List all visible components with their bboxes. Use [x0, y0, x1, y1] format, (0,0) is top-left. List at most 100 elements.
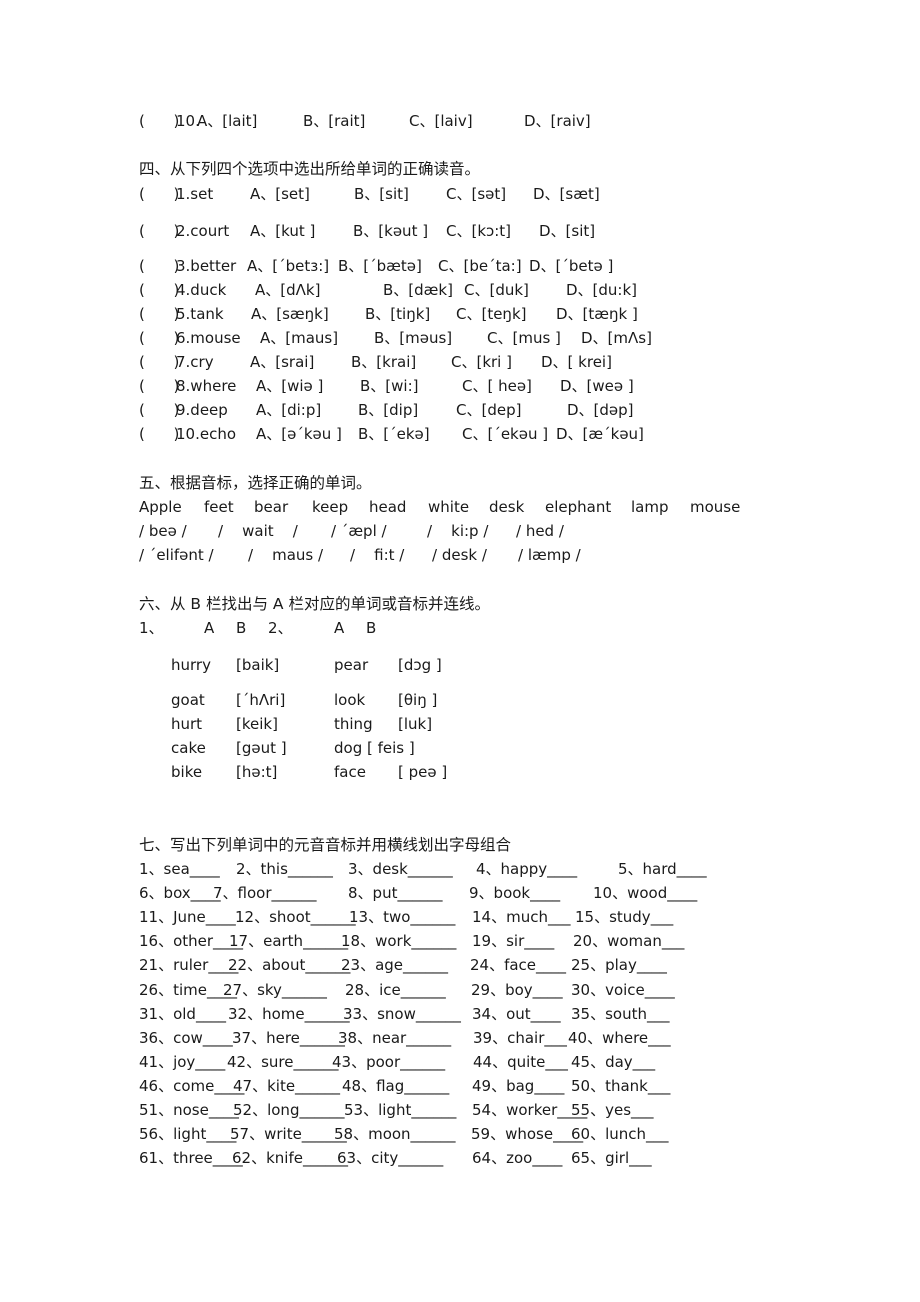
option-c: C、[beˊta:]	[438, 257, 522, 275]
exercise-item: 54、worker____	[472, 1101, 588, 1119]
option-b: B、[dæk]	[383, 281, 453, 299]
exercise-item: 50、thank___	[571, 1077, 671, 1095]
option-b: B、[wi:]	[360, 377, 419, 395]
option-b: B、[tiŋk]	[365, 305, 431, 323]
option-a: A、[dΛk]	[255, 281, 321, 299]
exercise-item: 25、play____	[571, 956, 667, 974]
exercise-item: 18、work______	[341, 932, 457, 950]
exercise-item: 14、much___	[472, 908, 571, 926]
option-c: C、[kri ]	[451, 353, 512, 371]
phonetic: / maus /	[248, 546, 324, 564]
group1-col-b-header: B	[236, 619, 247, 637]
exercise-item: 63、city______	[337, 1149, 444, 1167]
option-c: C、[sət]	[446, 185, 507, 203]
option-a: A、[ˊbetɜ:]	[247, 257, 330, 275]
group2-word: dog [ feis ]	[334, 739, 415, 757]
answer-paren: ( )	[139, 281, 180, 299]
phonetic: / læmp /	[518, 546, 581, 564]
answer-paren: ( )	[139, 329, 180, 347]
answer-paren: ( )	[139, 353, 180, 371]
exercise-item: 11、June____	[139, 908, 236, 926]
phonetic: / fi:t /	[350, 546, 405, 564]
option-c: C、[ˊekəu ]	[462, 425, 549, 443]
group1-phonetic: [ˊhΛri]	[236, 691, 286, 709]
phonetic: / hed /	[516, 522, 564, 540]
exercise-item: 16、other____	[139, 932, 244, 950]
exercise-item: 55、yes___	[571, 1101, 654, 1119]
group1-phonetic: [keik]	[236, 715, 278, 733]
exercise-item: 53、light______	[344, 1101, 457, 1119]
group2-phonetic: [dɔg ]	[398, 656, 442, 674]
group2-col-b-header: B	[366, 619, 377, 637]
exercise-item: 13、two______	[349, 908, 456, 926]
option-a: A、[set]	[250, 185, 310, 203]
option-d: D、[mΛs]	[581, 329, 652, 347]
answer-paren: ( )	[139, 257, 180, 275]
answer-paren: ( )	[139, 377, 180, 395]
exercise-item: 58、moon______	[334, 1125, 456, 1143]
exercise-item: 45、day___	[571, 1053, 656, 1071]
option-a: A、[lait]	[197, 112, 258, 130]
exercise-item: 10、wood____	[593, 884, 698, 902]
exercise-item: 17、earth______	[229, 932, 349, 950]
option-b: B、[ˊekə]	[358, 425, 430, 443]
option-d: D、[tæŋk ]	[556, 305, 638, 323]
exercise-item: 46、come____	[139, 1077, 245, 1095]
option-c: C、[mus ]	[487, 329, 561, 347]
exercise-item: 44、quite___	[473, 1053, 568, 1071]
exercise-item: 35、south___	[571, 1005, 670, 1023]
exercise-item: 27、sky______	[223, 981, 327, 999]
question-word: 2.court	[176, 222, 230, 240]
word-choice: bear	[254, 498, 289, 516]
exercise-item: 41、joy____	[139, 1053, 226, 1071]
group1-phonetic: [hə:t]	[236, 763, 278, 781]
exercise-item: 62、knife______	[232, 1149, 348, 1167]
word-choice: desk	[489, 498, 525, 516]
answer-paren: ( )	[139, 401, 180, 419]
phonetic: / beə /	[139, 522, 187, 540]
exercise-item: 36、cow____	[139, 1029, 233, 1047]
option-a: A、[maus]	[260, 329, 339, 347]
exercise-item: 42、sure______	[227, 1053, 339, 1071]
exercise-item: 61、three____	[139, 1149, 243, 1167]
exercise-item: 30、voice____	[571, 981, 675, 999]
group1-phonetic: [gəut ]	[236, 739, 287, 757]
exercise-item: 28、ice______	[345, 981, 446, 999]
group2-word: pear	[334, 656, 369, 674]
word-choice: keep	[312, 498, 349, 516]
exercise-item: 9、book____	[469, 884, 561, 902]
exercise-item: 4、happy____	[476, 860, 578, 878]
option-b: B、[rait]	[303, 112, 366, 130]
exercise-item: 8、put______	[348, 884, 443, 902]
option-c: C、[dep]	[456, 401, 522, 419]
exercise-item: 64、zoo____	[472, 1149, 563, 1167]
exercise-item: 7、floor______	[213, 884, 317, 902]
group2-word: thing	[334, 715, 373, 733]
exercise-item: 65、girl___	[571, 1149, 652, 1167]
group1-col-a-header: A	[204, 619, 215, 637]
option-c: C、[ heə]	[462, 377, 532, 395]
word-choice: elephant	[545, 498, 612, 516]
group1-word: hurry	[171, 656, 211, 674]
word-choice: mouse	[690, 498, 741, 516]
answer-paren: ( )	[139, 185, 180, 203]
group2-phonetic: [luk]	[398, 715, 433, 733]
group2-phonetic: [ peə ]	[398, 763, 448, 781]
phonetic: / ˊelifənt /	[139, 546, 214, 564]
question-word: 5.tank	[176, 305, 224, 323]
option-a: A、[əˊkəu ]	[256, 425, 342, 443]
exercise-item: 48、flag______	[342, 1077, 450, 1095]
answer-paren: ( )	[139, 305, 180, 323]
group2-phonetic: [θiŋ ]	[398, 691, 438, 709]
answer-paren: ( )	[139, 222, 180, 240]
option-b: B、[ˊbætə]	[338, 257, 422, 275]
answer-paren: ( )	[139, 425, 180, 443]
option-d: D、[sæt]	[533, 185, 600, 203]
option-c: C、[kɔ:t]	[446, 222, 512, 240]
section7-heading: 七、写出下列单词中的元音音标并用横线划出字母组合	[139, 836, 512, 854]
option-a: A、[kut ]	[250, 222, 316, 240]
question-word: 3.better	[176, 257, 237, 275]
option-d: D、[du:k]	[566, 281, 638, 299]
answer-paren: ( )	[139, 112, 180, 130]
word-choice: head	[369, 498, 407, 516]
